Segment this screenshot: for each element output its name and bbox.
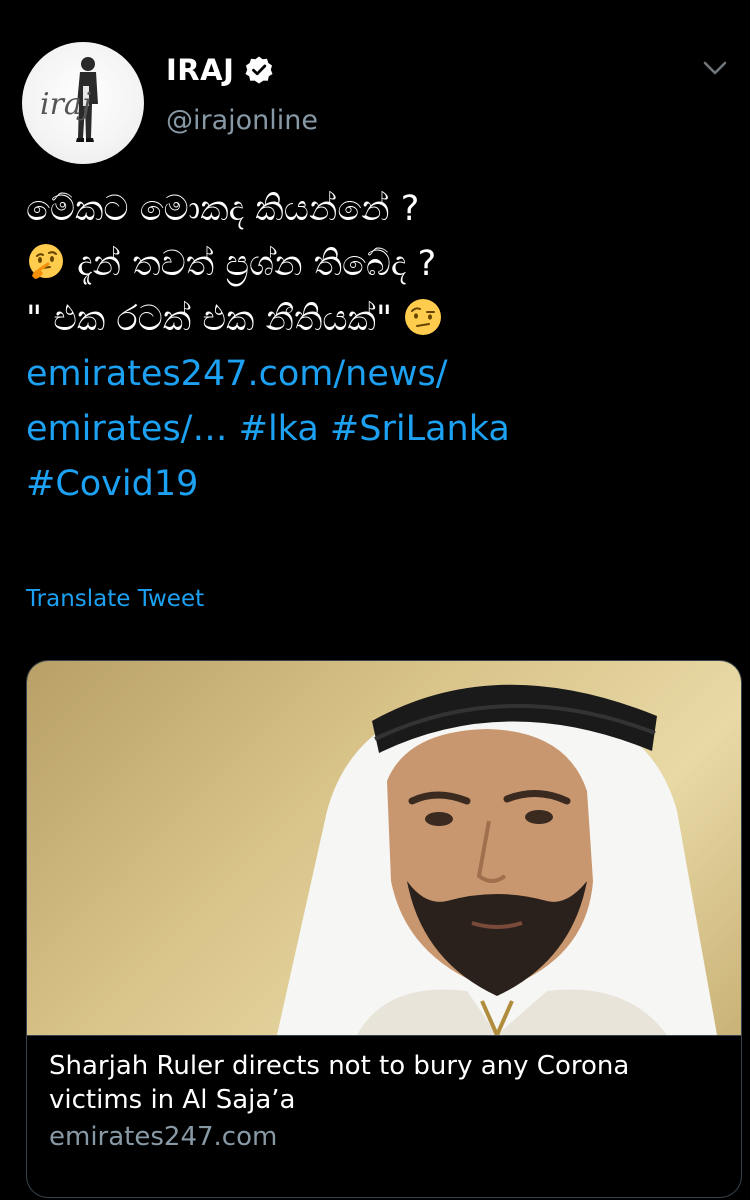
avatar[interactable]: iraj [22, 42, 144, 164]
tweet-line-2: දැන් තවත් ප්‍රශ්න තිබේද ? [26, 237, 726, 292]
display-name[interactable]: IRAJ [166, 53, 234, 87]
author-name-row[interactable]: IRAJ [166, 50, 274, 90]
tweet-line-3-text: " එක රටක් එක නීතියක්" [26, 299, 393, 339]
card-domain[interactable]: emirates247.com [49, 1122, 277, 1152]
chevron-down-icon[interactable] [702, 58, 728, 78]
tweet-line-2-text: දැන් තවත් ප්‍රශ්න තිබේද ? [77, 244, 437, 284]
tweet: iraj IRAJ @irajonline මේකට මොකද කියන්නේ … [0, 0, 750, 1200]
tweet-line-5: emirates/… #lka #SriLanka [26, 402, 726, 457]
hashtag-lka[interactable]: #lka [239, 409, 319, 449]
author-handle[interactable]: @irajonline [166, 105, 318, 136]
card-image[interactable] [27, 661, 741, 1035]
card-title[interactable]: Sharjah Ruler directs not to bury any Co… [49, 1049, 719, 1117]
translate-tweet-link[interactable]: Translate Tweet [26, 586, 204, 612]
hashtag-covid19[interactable]: #Covid19 [26, 457, 726, 512]
raised-eyebrow-face-icon [403, 297, 443, 337]
avatar-image: iraj [40, 57, 98, 142]
tweet-line-3: " එක රටක් එක නීතියක්" [26, 292, 726, 347]
tweet-link-2[interactable]: emirates/… [26, 409, 227, 449]
tweet-text: මේකට මොකද කියන්නේ ? දැන් තවත් ප්‍රශ්න ති… [26, 182, 726, 512]
tweet-link-1[interactable]: emirates247.com/news/ [26, 347, 726, 402]
svg-text:iraj: iraj [40, 87, 91, 122]
tweet-line-1: මේකට මොකද කියන්නේ ? [26, 189, 420, 229]
thinking-face-icon [26, 242, 66, 282]
card-divider [27, 1035, 741, 1036]
verified-badge-icon [244, 55, 274, 85]
hashtag-srilanka[interactable]: #SriLanka [330, 409, 510, 449]
link-card[interactable]: Sharjah Ruler directs not to bury any Co… [26, 660, 742, 1198]
